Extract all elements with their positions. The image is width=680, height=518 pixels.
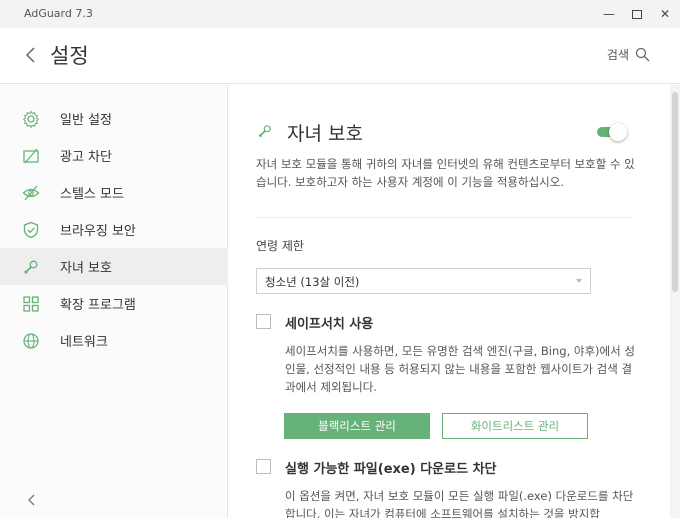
chevron-down-icon (576, 279, 582, 283)
window-title: AdGuard 7.3 (24, 7, 93, 20)
close-button[interactable]: ✕ (652, 4, 678, 24)
sidebar-item-ad-blocking[interactable]: 광고 차단 (0, 137, 228, 174)
manage-whitelist-button[interactable]: 화이트리스트 관리 (442, 413, 588, 439)
ad-block-icon (23, 148, 39, 163)
globe-icon (23, 332, 39, 349)
collapse-sidebar-icon[interactable] (24, 492, 40, 508)
toggle-knob (609, 123, 627, 141)
safesearch-checkbox[interactable] (256, 314, 271, 329)
header: 설정 검색 (0, 28, 680, 84)
parental-control-toggle[interactable] (595, 122, 629, 142)
divider (256, 217, 632, 218)
safesearch-description: 세이프서치를 사용하면, 모든 유명한 검색 엔진(구글, Bing, 야후)에… (285, 344, 635, 394)
sidebar-item-extensions[interactable]: 확장 프로그램 (0, 285, 228, 322)
sidebar-item-general-settings[interactable]: 일반 설정 (0, 100, 228, 137)
shield-check-icon (23, 221, 39, 238)
sidebar-item-label: 확장 프로그램 (60, 298, 136, 313)
exe-block-description: 이 옵션을 켜면, 자녀 보호 모듈이 모든 실행 파일(.exe) 다운로드를… (285, 489, 634, 518)
sidebar-item-label: 자녀 보호 (60, 261, 112, 276)
minimize-button[interactable]: — (596, 4, 622, 24)
maximize-icon (632, 10, 642, 19)
age-limit-value: 청소년 (13살 이전) (265, 275, 360, 289)
manage-blacklist-button[interactable]: 블랙리스트 관리 (284, 413, 430, 439)
rattle-icon (259, 125, 271, 137)
maximize-button[interactable] (624, 4, 650, 24)
extensions-icon (23, 295, 39, 312)
safesearch-title: 세이프서치 사용 (285, 317, 374, 332)
search-label: 검색 (606, 48, 629, 62)
sidebar-item-browsing-security[interactable]: 브라우징 보안 (0, 211, 228, 248)
sidebar-item-stealth-mode[interactable]: 스텔스 모드 (0, 174, 228, 211)
search-icon (635, 47, 650, 62)
gear-icon (22, 109, 40, 128)
rattle-icon (24, 260, 38, 274)
sidebar-item-label: 일반 설정 (60, 113, 112, 128)
age-limit-label: 연령 제한 (256, 239, 304, 253)
sidebar-item-label: 스텔스 모드 (60, 187, 124, 202)
exe-block-checkbox[interactable] (256, 459, 271, 474)
sidebar-item-label: 네트워크 (60, 335, 108, 350)
sidebar-item-label: 브라우징 보안 (60, 224, 136, 239)
back-arrow-icon[interactable] (20, 44, 42, 66)
section-description: 자녀 보호 모듈을 통해 귀하의 자녀를 인터넷의 유해 컨텐츠로부터 보호할 … (256, 157, 635, 189)
scrollbar-thumb[interactable] (672, 92, 678, 292)
eye-crossed-icon (22, 185, 40, 200)
page-title: 설정 (50, 44, 89, 68)
main-content: 자녀 보호 자녀 보호 모듈을 통해 귀하의 자녀를 인터넷의 유해 컨텐츠로부… (229, 85, 669, 518)
search-button[interactable]: 검색 (607, 46, 650, 63)
sidebar: 일반 설정 광고 차단 스텔스 모드 브라우징 보안 자녀 보호 확장 프로그램… (0, 85, 228, 518)
sidebar-item-parental-control[interactable]: 자녀 보호 (0, 248, 228, 285)
age-limit-dropdown[interactable]: 청소년 (13살 이전) (256, 268, 591, 294)
title-bar: AdGuard 7.3 — ✕ (0, 0, 680, 28)
exe-block-title: 실행 가능한 파일(exe) 다운로드 차단 (285, 462, 497, 477)
sidebar-item-label: 광고 차단 (60, 150, 112, 165)
section-title: 자녀 보호 (287, 123, 363, 145)
sidebar-item-network[interactable]: 네트워크 (0, 322, 228, 359)
